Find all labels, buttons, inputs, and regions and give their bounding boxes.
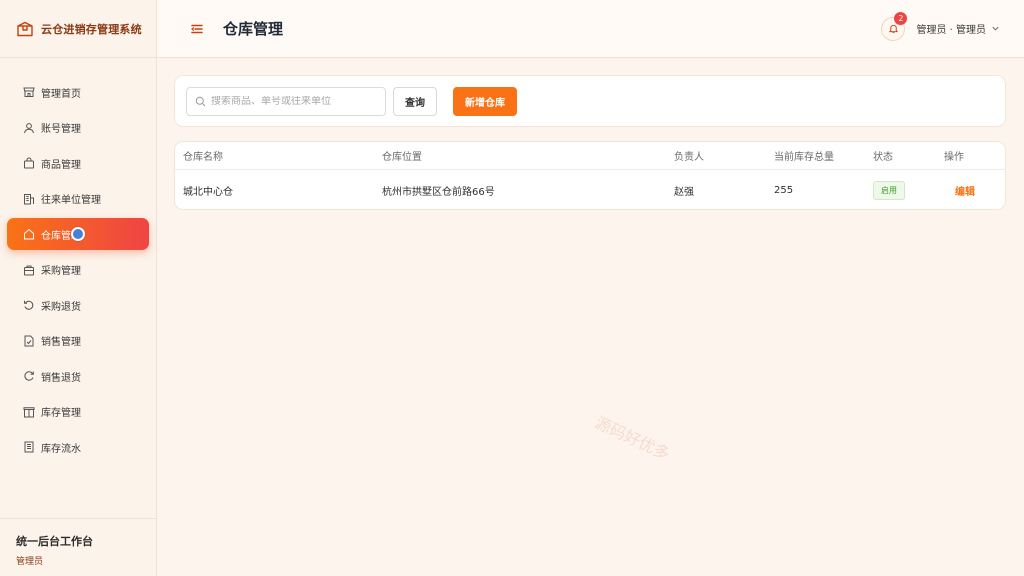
column-header-actions: 操作 [944, 152, 964, 163]
refresh-icon [23, 370, 35, 382]
chevron-down-icon [991, 24, 1000, 33]
table-row: 城北中心仓 杭州市拱墅区仓前路66号 赵强 255 启用 编辑 [175, 170, 1005, 209]
column-header-location: 仓库位置 [382, 152, 422, 163]
shopping-bag-icon [23, 157, 35, 169]
building-icon [23, 193, 35, 205]
sidebar-item-products[interactable]: 商品管理 [7, 147, 149, 179]
brand[interactable]: 云仓进销存管理系统 [0, 0, 156, 58]
cell-stock-total: 255 [774, 184, 794, 196]
sidebar-item-label: 往来单位管理 [41, 195, 101, 206]
sidebar-item-label: 商品管理 [41, 159, 81, 171]
mouse-cursor-indicator [71, 227, 85, 241]
column-header-status: 状态 [873, 152, 893, 163]
column-header-stock: 当前库存总量 [774, 152, 834, 163]
sidebar-nav: 管理首页 账号管理 商品管理 往来单位管理 仓库管理 采购管理 采购退货 销售管… [0, 58, 156, 463]
user-label: 管理员 · 管理员 [916, 25, 986, 36]
top-header: 仓库管理 2 管理员 · 管理员 [157, 0, 1024, 58]
watermark: 源码好优多 [592, 412, 673, 464]
search-field[interactable] [186, 87, 386, 116]
workspace-role: 管理员 [16, 557, 44, 567]
search-icon [195, 96, 206, 107]
sidebar-item-dashboard[interactable]: 管理首页 [7, 76, 149, 108]
header-actions: 2 管理员 · 管理员 [881, 11, 1024, 41]
page-title: 仓库管理 [223, 20, 284, 38]
table-header-row: 仓库名称 仓库位置 负责人 当前库存总量 状态 操作 [175, 142, 1005, 170]
cell-warehouse-location: 杭州市拱墅区仓前路66号 [382, 186, 495, 198]
sidebar-item-sales[interactable]: 销售管理 [7, 325, 149, 357]
add-warehouse-button[interactable]: 新增仓库 [453, 87, 517, 116]
storefront-icon [23, 86, 35, 98]
sidebar-item-sales-returns[interactable]: 销售退货 [7, 360, 149, 392]
sidebar-item-label: 销售管理 [41, 337, 81, 348]
sidebar-item-purchases[interactable]: 采购管理 [7, 254, 149, 286]
sidebar-item-inventory-log[interactable]: 库存流水 [7, 431, 149, 463]
notification-button[interactable]: 2 [881, 11, 908, 41]
house-icon [23, 228, 35, 240]
sidebar-item-accounts[interactable]: 账号管理 [7, 112, 149, 144]
sidebar-item-purchase-returns[interactable]: 采购退货 [7, 289, 149, 321]
notification-badge: 2 [894, 11, 908, 25]
cell-manager: 赵强 [674, 186, 694, 198]
action-cell: 编辑 [955, 170, 975, 209]
menu-collapse-icon[interactable] [190, 22, 204, 36]
sidebar: 云仓进销存管理系统 管理首页 账号管理 商品管理 往来单位管理 仓库管理 采购管… [0, 0, 157, 576]
undo-icon [23, 299, 35, 311]
sidebar-item-label: 库存管理 [41, 408, 81, 419]
sidebar-footer: 统一后台工作台 管理员 [0, 518, 156, 576]
sidebar-item-label: 采购退货 [41, 301, 81, 313]
user-icon [23, 122, 35, 134]
warehouse-box-icon [16, 20, 34, 38]
status-cell: 启用 [873, 170, 905, 209]
warehouse-table: 仓库名称 仓库位置 负责人 当前库存总量 状态 操作 城北中心仓 杭州市拱墅区仓… [174, 141, 1006, 210]
sidebar-item-label: 销售退货 [41, 372, 81, 384]
search-input[interactable] [211, 96, 381, 107]
column-header-name: 仓库名称 [183, 152, 223, 163]
sidebar-item-partners[interactable]: 往来单位管理 [7, 183, 149, 215]
cell-warehouse-name: 城北中心仓 [183, 186, 233, 198]
sidebar-item-label: 管理首页 [41, 88, 81, 100]
sidebar-item-label: 账号管理 [41, 124, 81, 135]
sidebar-item-warehouses[interactable]: 仓库管理 [7, 218, 149, 250]
workspace-title: 统一后台工作台 [16, 535, 93, 548]
document-check-icon [23, 335, 35, 347]
package-icon [23, 406, 35, 418]
sidebar-item-label: 采购管理 [41, 266, 81, 277]
column-header-manager: 负责人 [674, 152, 704, 163]
briefcase-icon [23, 264, 35, 276]
user-menu[interactable]: 管理员 · 管理员 [916, 21, 1000, 36]
edit-link[interactable]: 编辑 [955, 183, 975, 198]
bell-icon [888, 23, 899, 34]
sidebar-item-inventory[interactable]: 库存管理 [7, 396, 149, 428]
list-icon [23, 441, 35, 453]
status-badge: 启用 [873, 180, 905, 200]
query-button[interactable]: 查询 [393, 87, 437, 116]
sidebar-item-label: 库存流水 [41, 443, 81, 455]
app-title: 云仓进销存管理系统 [41, 22, 142, 36]
filter-toolbar: 查询 新增仓库 [174, 75, 1006, 127]
